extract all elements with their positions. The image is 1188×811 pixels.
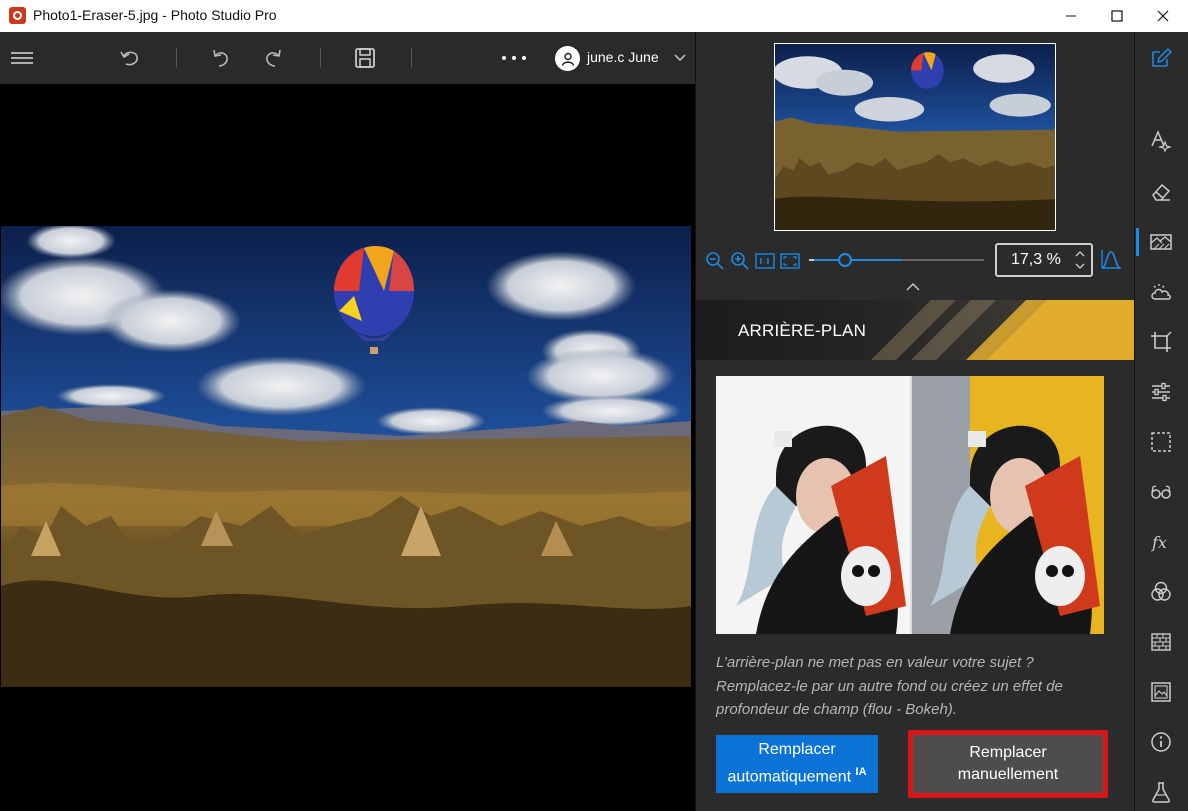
auto-button-line1: Remplacer	[758, 741, 836, 759]
undo-icon	[213, 49, 228, 67]
user-menu-toggle[interactable]	[672, 46, 688, 70]
zoom-out-icon	[706, 252, 724, 270]
collapse-navigator-button[interactable]	[906, 283, 922, 293]
manual-button-line2: manuellement	[957, 766, 1059, 783]
zoom-slider-handle[interactable]	[838, 253, 852, 267]
user-name[interactable]: june.c June	[587, 49, 659, 65]
zoom-out-button[interactable]	[704, 250, 726, 272]
selection-marquee-icon	[1151, 432, 1171, 452]
save-button[interactable]	[353, 46, 377, 70]
landscape-image	[1, 226, 691, 687]
fit-to-screen-button[interactable]	[779, 250, 801, 272]
navigator-image	[775, 44, 1055, 230]
color-circles-icon	[1151, 581, 1171, 601]
effects-tool-button[interactable]: fx	[1148, 529, 1174, 555]
text-effects-icon	[1151, 130, 1172, 152]
brick-wall-icon	[1151, 633, 1171, 651]
weather-cloud-icon	[1151, 284, 1171, 300]
hamburger-icon	[11, 52, 33, 64]
zoom-level-input[interactable]: 17,3 %	[995, 243, 1093, 277]
manual-button-line1: Remplacer	[969, 744, 1047, 761]
maximize-icon	[1111, 10, 1123, 22]
glasses-icon	[1151, 485, 1171, 499]
zoom-in-icon	[731, 252, 749, 270]
adjustments-tool-button[interactable]	[1148, 379, 1174, 405]
chevron-up-icon	[906, 283, 920, 291]
close-icon	[1157, 10, 1169, 22]
section-header: ARRIÈRE-PLAN	[696, 300, 1134, 360]
redo-icon	[266, 49, 281, 67]
zoom-in-button[interactable]	[729, 250, 751, 272]
active-tool-indicator	[1136, 228, 1139, 256]
toolbar-separator	[320, 48, 321, 68]
toolbar-separator	[411, 48, 412, 68]
navigator-thumbnail[interactable]	[774, 43, 1056, 231]
more-dots-icon	[502, 56, 526, 60]
image-frame-icon	[1151, 682, 1171, 702]
sky-tool-button[interactable]	[1148, 279, 1174, 305]
menu-button[interactable]	[10, 46, 34, 70]
info-icon	[1151, 732, 1171, 752]
zoom-level-value: 17,3 %	[1011, 251, 1061, 268]
replace-manually-button[interactable]: Remplacer manuellement	[908, 730, 1108, 798]
background-icon	[1150, 234, 1172, 250]
svg-text:fx: fx	[1151, 533, 1167, 552]
histogram-button[interactable]	[1100, 248, 1122, 270]
main-photo[interactable]	[1, 226, 691, 687]
texture-tool-button[interactable]	[1148, 629, 1174, 655]
revert-button[interactable]	[118, 46, 142, 70]
zoom-actual-size-button[interactable]	[754, 250, 776, 272]
user-avatar[interactable]	[555, 46, 580, 71]
spin-arrows-icon	[1075, 251, 1085, 269]
crop-icon	[1151, 331, 1172, 352]
selection-tool-button[interactable]	[1148, 429, 1174, 455]
right-panel: 17,3 % ARRIÈRE-PLAN L’arrière-plan ne me…	[696, 32, 1134, 811]
undo-button[interactable]	[209, 46, 233, 70]
crop-tool-button[interactable]	[1148, 329, 1174, 355]
section-title: ARRIÈRE-PLAN	[738, 321, 867, 340]
title-bar: Photo1-Eraser-5.jpg - Photo Studio Pro	[0, 0, 1188, 32]
background-preview-image	[716, 376, 1104, 634]
fx-icon: fx	[1151, 533, 1167, 552]
flask-icon	[1152, 782, 1170, 803]
user-icon	[561, 52, 574, 66]
sliders-icon	[1152, 382, 1170, 402]
color-tool-button[interactable]	[1148, 579, 1174, 605]
red-eye-tool-button[interactable]	[1148, 479, 1174, 505]
tools-sidebar: fx	[1134, 32, 1188, 811]
text-tool-button[interactable]	[1148, 128, 1174, 154]
save-icon	[355, 48, 375, 68]
lab-button[interactable]	[1148, 779, 1174, 805]
top-toolbar: june.c June	[0, 32, 695, 84]
background-tool-button[interactable]	[1148, 229, 1174, 255]
frame-tool-button[interactable]	[1148, 679, 1174, 705]
edit-pencil-icon	[1152, 47, 1172, 67]
eraser-icon	[1152, 183, 1171, 201]
histogram-icon	[1101, 250, 1121, 269]
edit-tool-button[interactable]	[1148, 45, 1174, 71]
zoom-slider[interactable]	[814, 253, 984, 267]
toolbar-separator	[176, 48, 177, 68]
auto-button-line2: automatiquement	[727, 768, 852, 786]
fit-screen-icon	[780, 253, 800, 269]
window-title: Photo1-Eraser-5.jpg - Photo Studio Pro	[33, 7, 277, 23]
app-logo-icon	[9, 7, 26, 24]
more-options-button[interactable]	[500, 46, 528, 70]
replace-automatically-button[interactable]: Remplacer automatiquement IA	[716, 735, 878, 793]
redo-button[interactable]	[261, 46, 285, 70]
undo-all-icon	[120, 51, 138, 66]
eraser-tool-button[interactable]	[1148, 179, 1174, 205]
maximize-button[interactable]	[1094, 0, 1140, 32]
info-button[interactable]	[1148, 729, 1174, 755]
image-canvas[interactable]	[0, 84, 695, 811]
zoom-slider-fill	[814, 259, 902, 261]
minimize-button[interactable]	[1048, 0, 1094, 32]
chevron-down-icon	[674, 54, 686, 62]
actual-size-icon	[755, 253, 775, 269]
minimize-icon	[1066, 15, 1076, 17]
ai-badge: IA	[855, 766, 867, 779]
background-description: L’arrière-plan ne met pas en valeur votr…	[716, 654, 1063, 718]
before-after-illustration	[716, 376, 1104, 634]
close-button[interactable]	[1140, 0, 1186, 32]
